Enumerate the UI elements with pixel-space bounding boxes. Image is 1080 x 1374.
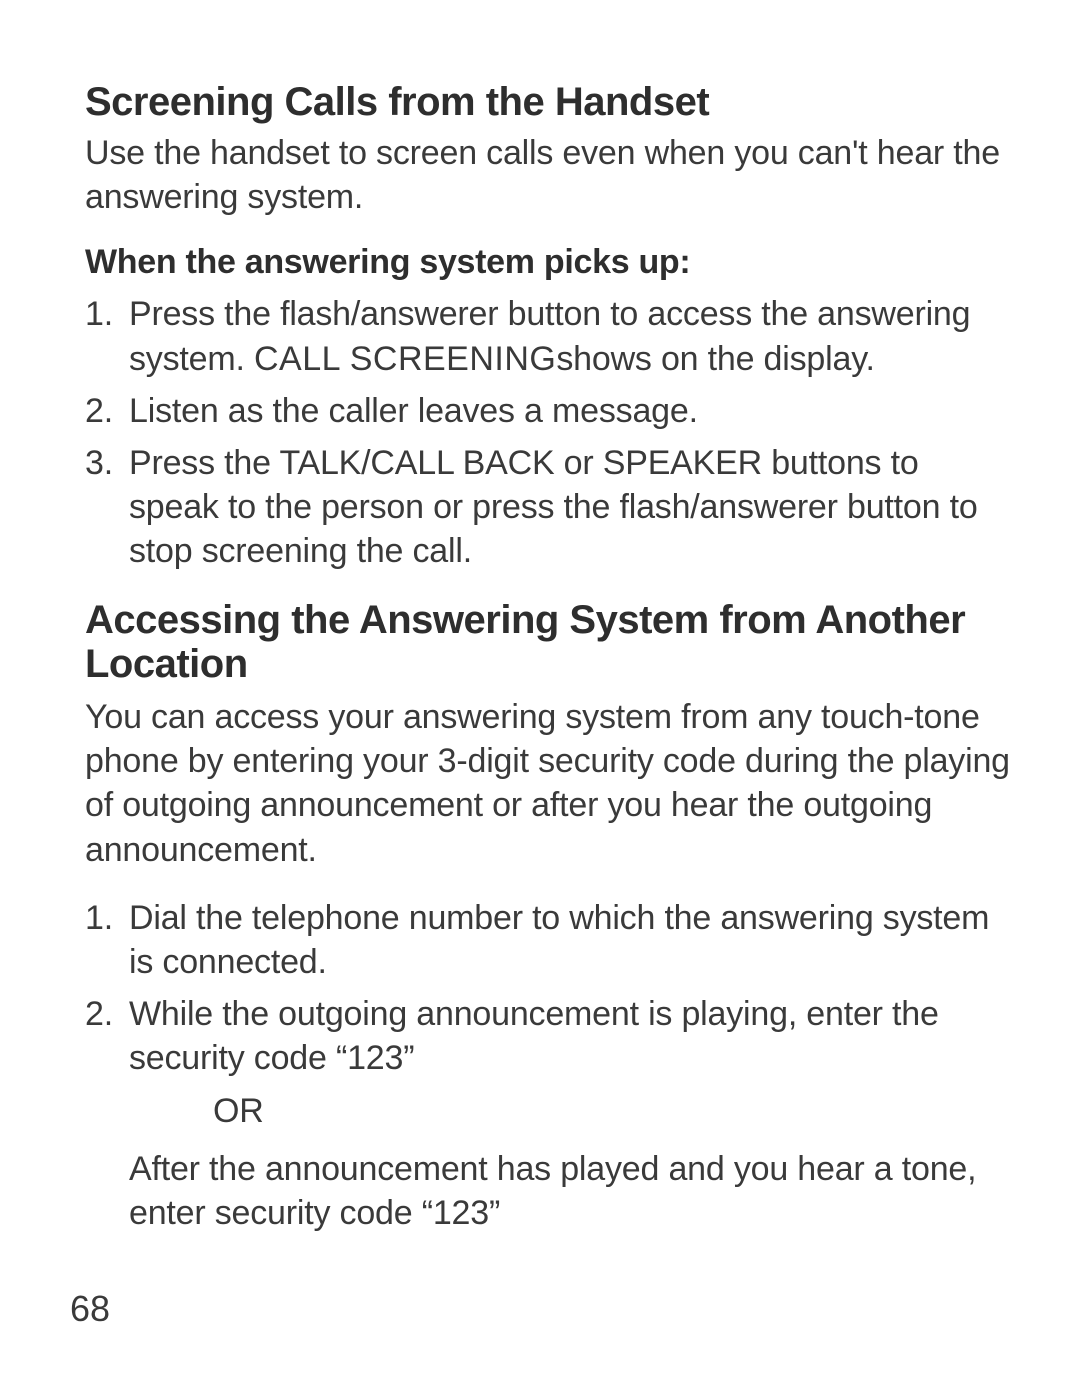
section1-subheading: When the answering system picks up: xyxy=(85,243,1010,282)
page-number: 68 xyxy=(70,1288,110,1330)
list-item: Listen as the caller leaves a message. xyxy=(85,389,1010,433)
section1-steps-list: Press the flash/answerer button to acces… xyxy=(85,292,1010,573)
section-heading-accessing: Accessing the Answering System from Anot… xyxy=(85,598,1010,688)
list-item: Press the TALK/CALL BACK or SPEAKER butt… xyxy=(85,441,1010,574)
or-separator: OR xyxy=(129,1089,1010,1133)
step-alt-text: After the announcement has played and yo… xyxy=(129,1147,1010,1235)
section2-intro: You can access your answering system fro… xyxy=(85,695,1010,872)
section2-steps-list: Dial the telephone number to which the a… xyxy=(85,896,1010,1235)
list-item: Dial the telephone number to which the a… xyxy=(85,896,1010,984)
step-text: While the outgoing announcement is playi… xyxy=(129,995,939,1077)
display-text-call-screening: CALL SCREENING xyxy=(254,340,556,378)
list-item: Press the flash/answerer button to acces… xyxy=(85,292,1010,380)
step-text-post: shows on the display. xyxy=(556,340,874,378)
list-item: While the outgoing announcement is playi… xyxy=(85,992,1010,1235)
section-heading-screening: Screening Calls from the Handset xyxy=(85,80,1010,125)
section1-intro: Use the handset to screen calls even whe… xyxy=(85,131,1010,219)
